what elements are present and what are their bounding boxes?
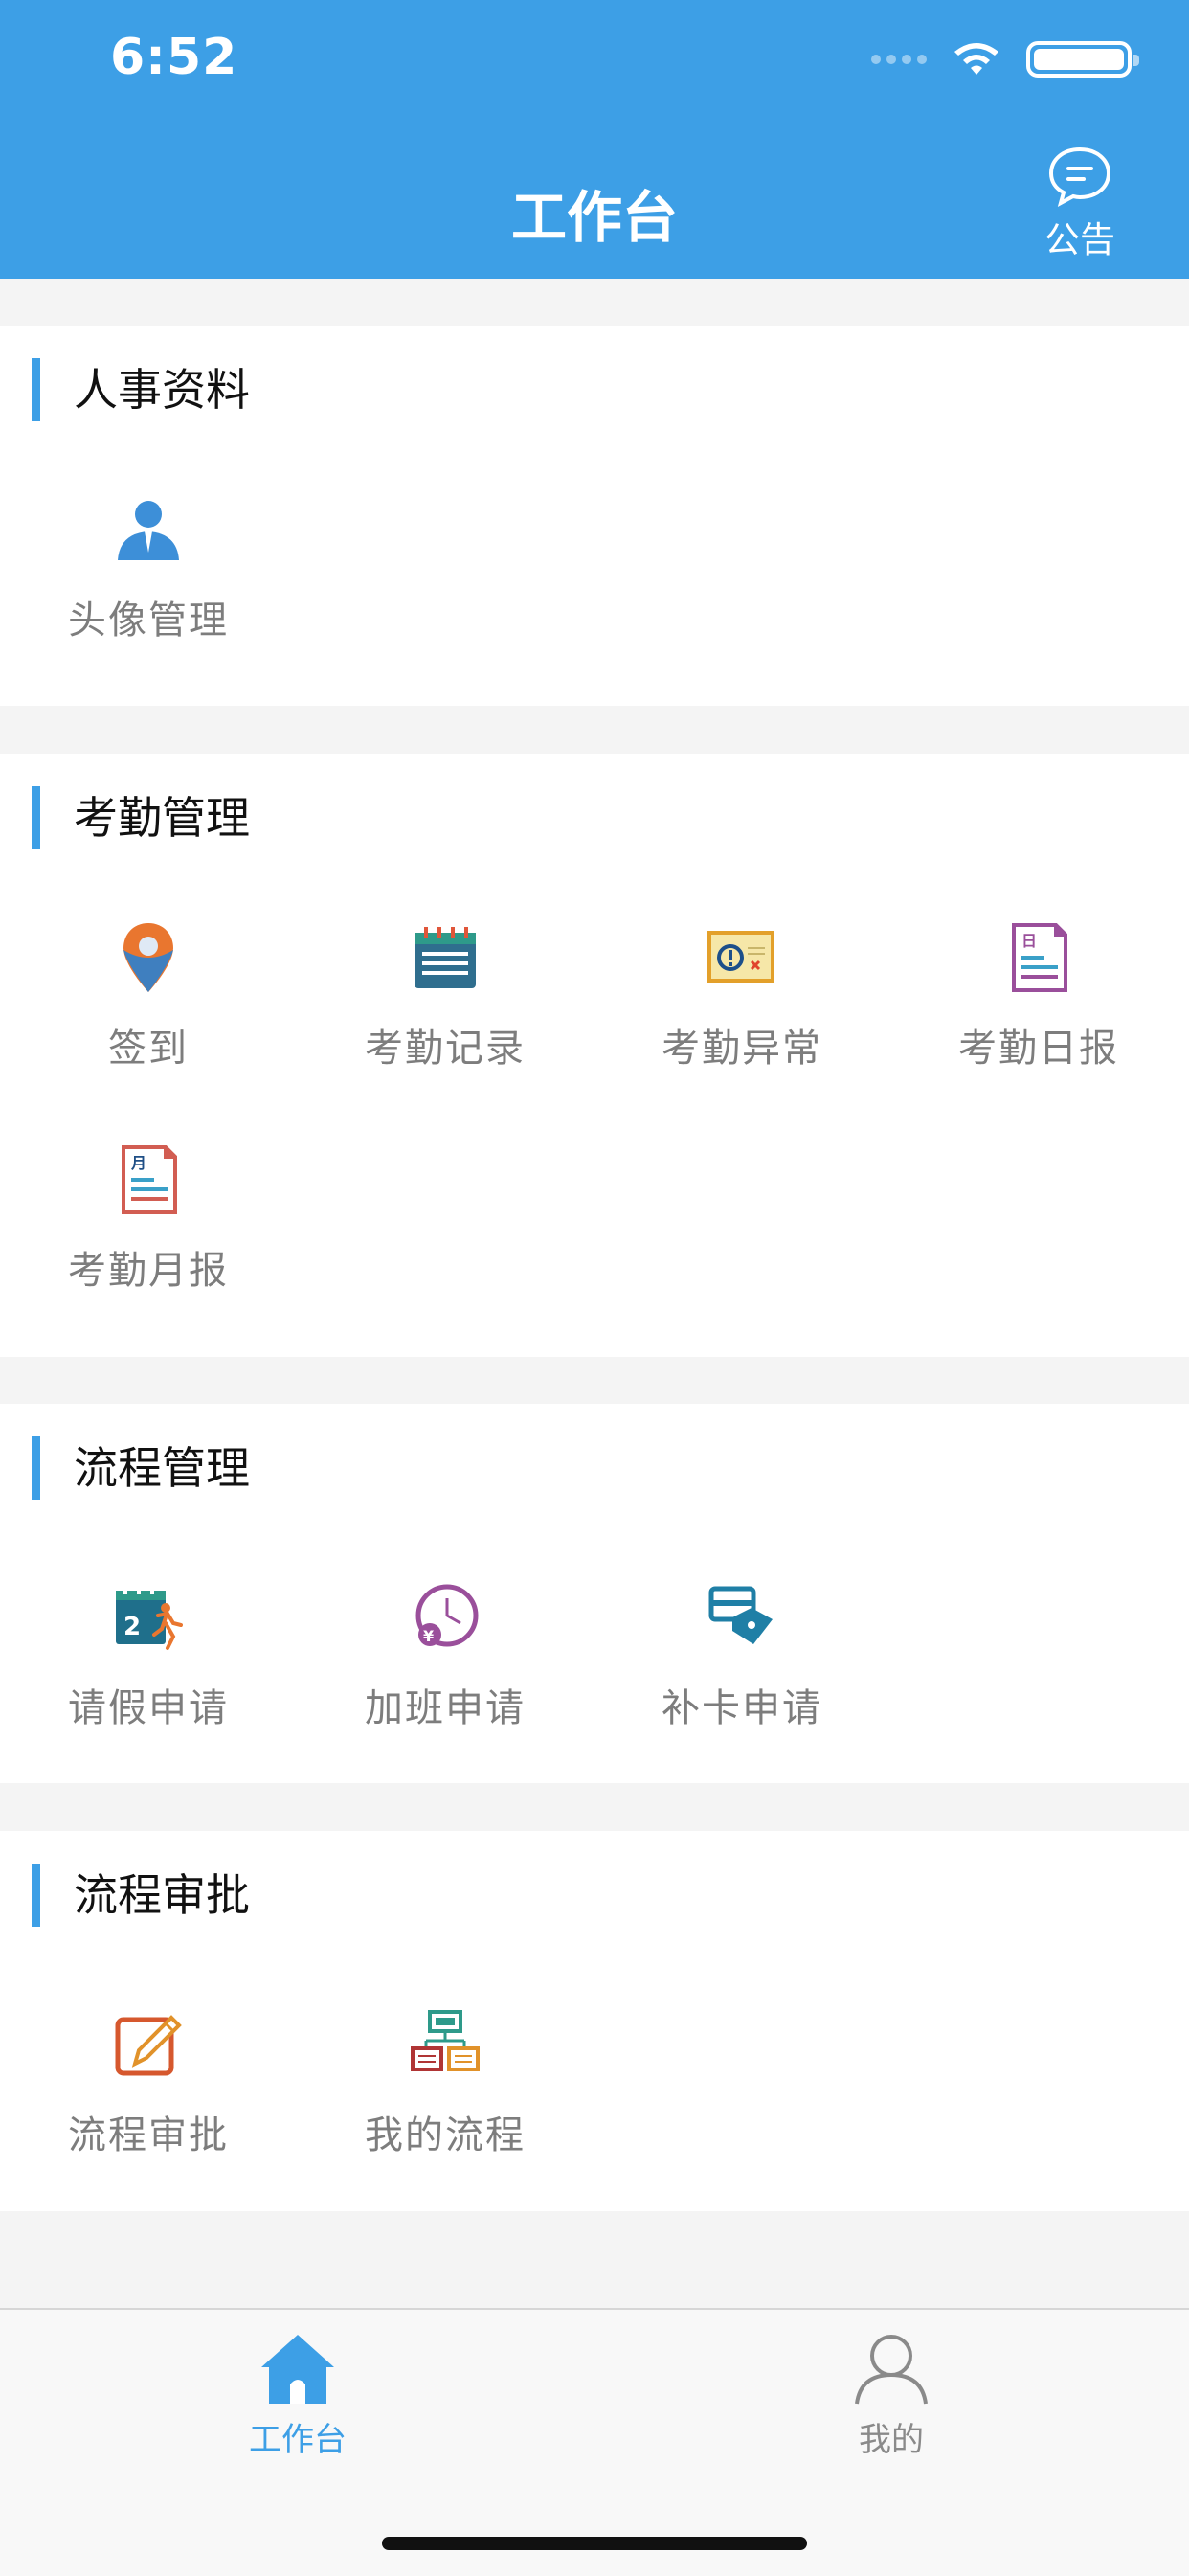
item-label: 考勤记录 — [365, 1027, 526, 1071]
tab-mine[interactable]: 我的 — [776, 2331, 1006, 2460]
status-icons — [871, 40, 1139, 79]
daily-report-icon: 日 — [1012, 923, 1067, 992]
calendar-icon — [415, 927, 476, 988]
flowchart-icon — [411, 2010, 480, 2071]
item-label: 请假申请 — [68, 1686, 229, 1730]
section-title: 流程管理 — [32, 1436, 250, 1500]
item-label: 我的流程 — [365, 2113, 526, 2158]
item-label: 签到 — [108, 1027, 189, 1071]
section-process-management: 流程管理 2 请假申请 ¥ 加班申请 补卡申请 — [0, 1404, 1189, 1783]
svg-text:2: 2 — [123, 1613, 141, 1641]
person-icon — [855, 2335, 928, 2405]
battery-icon — [1026, 41, 1139, 78]
wifi-icon — [954, 43, 998, 75]
tab-label: 工作台 — [249, 2421, 347, 2459]
item-label: 考勤月报 — [68, 1249, 229, 1293]
home-indicator — [382, 2537, 807, 2550]
tab-label: 我的 — [859, 2421, 924, 2459]
notice-button[interactable]: 公告 — [1032, 146, 1128, 262]
tab-workbench[interactable]: 工作台 — [183, 2331, 413, 2460]
calendar-run-icon: 2 — [116, 1585, 183, 1650]
warning-card-icon — [707, 931, 774, 983]
section-title: 考勤管理 — [32, 786, 250, 849]
svg-text:¥: ¥ — [423, 1627, 434, 1645]
signal-icon — [871, 55, 927, 64]
edit-icon — [115, 2015, 182, 2076]
home-icon — [261, 2335, 334, 2404]
section-process-approval: 流程审批 流程审批 我的流程 — [0, 1831, 1189, 2211]
item-leave-request[interactable]: 2 请假申请 — [0, 1579, 297, 1732]
section-title: 流程审批 — [32, 1864, 250, 1927]
item-process-approval[interactable]: 流程审批 — [0, 2006, 297, 2159]
monthly-report-icon: 月 — [122, 1145, 177, 1214]
location-pin-icon — [123, 923, 173, 992]
item-label: 头像管理 — [68, 599, 229, 643]
status-time: 6:52 — [110, 29, 238, 86]
item-label: 补卡申请 — [662, 1686, 822, 1730]
avatar-icon — [118, 501, 179, 560]
item-check-in[interactable]: 签到 — [0, 919, 297, 1073]
item-label: 考勤日报 — [958, 1027, 1119, 1071]
chat-bubble-icon — [1048, 147, 1111, 207]
svg-text:日: 日 — [1021, 932, 1037, 950]
item-monthly-report[interactable]: 月 考勤月报 — [0, 1141, 297, 1295]
top-header: 6:52 工作台 公告 — [0, 0, 1189, 279]
item-label: 考勤异常 — [662, 1027, 822, 1071]
item-label: 流程审批 — [68, 2113, 229, 2158]
page-title: 工作台 — [510, 185, 678, 250]
section-attendance: 考勤管理 签到 考勤记录 考勤异常 日 考勤日报 月 考勤月报 — [0, 754, 1189, 1357]
item-my-process[interactable]: 我的流程 — [297, 2006, 594, 2159]
clock-money-icon: ¥ — [415, 1584, 479, 1647]
tab-bar: 工作台 我的 — [0, 2308, 1189, 2576]
card-tag-icon — [708, 1586, 773, 1644]
item-card-reissue-request[interactable]: 补卡申请 — [594, 1579, 890, 1732]
notice-label: 公告 — [1044, 219, 1115, 260]
item-attendance-anomaly[interactable]: 考勤异常 — [594, 919, 890, 1073]
item-overtime-request[interactable]: ¥ 加班申请 — [297, 1579, 594, 1732]
item-label: 加班申请 — [365, 1686, 526, 1730]
svg-text:月: 月 — [130, 1154, 146, 1172]
item-attendance-record[interactable]: 考勤记录 — [297, 919, 594, 1073]
section-title: 人事资料 — [32, 358, 250, 421]
item-daily-report[interactable]: 日 考勤日报 — [890, 919, 1187, 1073]
section-personnel: 人事资料 头像管理 — [0, 326, 1189, 706]
item-avatar-management[interactable]: 头像管理 — [0, 491, 297, 644]
